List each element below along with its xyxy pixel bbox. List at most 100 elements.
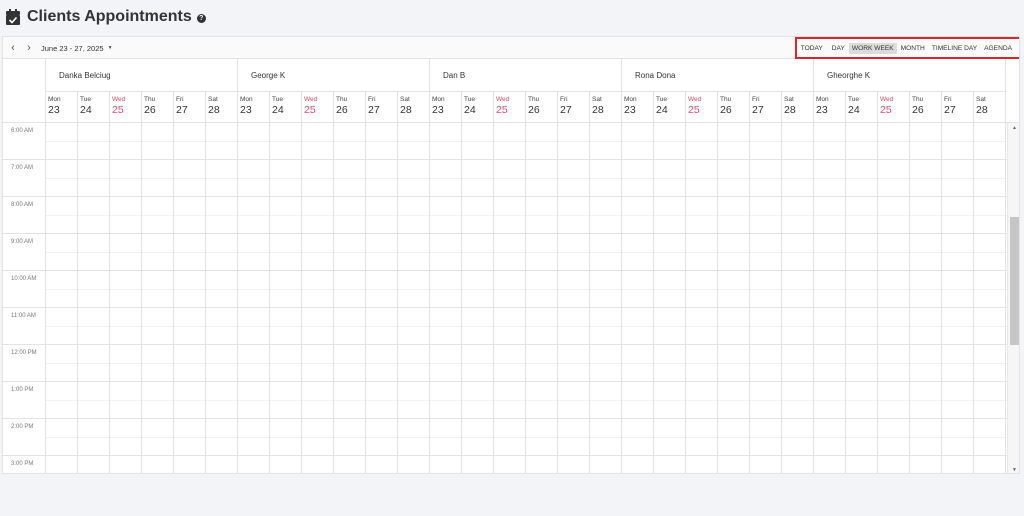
day-header[interactable]: Tue 24 [846, 92, 878, 123]
half-hour-line [46, 252, 1007, 253]
day-header[interactable]: Mon 23 [430, 92, 462, 123]
view-work-week-button[interactable]: WORK WEEK [848, 42, 897, 54]
time-label: 6:00 AM [11, 128, 34, 134]
day-header[interactable]: Tue 24 [78, 92, 110, 123]
day-number: 23 [240, 104, 252, 116]
day-column-line [653, 123, 654, 473]
day-column-line [429, 123, 430, 473]
day-column-line [717, 123, 718, 473]
day-name: Thu [720, 96, 732, 103]
view-agenda-button[interactable]: AGENDA [981, 43, 1015, 54]
day-number: 23 [624, 104, 636, 116]
day-name: Mon [48, 96, 61, 103]
view-day-button[interactable]: DAY [829, 43, 848, 54]
scrollbar-thumb[interactable] [1010, 217, 1019, 345]
day-header[interactable]: Thu 26 [910, 92, 942, 123]
scheduler-header: Danka Belciug Mon 23 Tue 24 Wed 25 Thu 26 Fri 27 Sa… [3, 59, 1019, 123]
day-header[interactable]: Fri 27 [174, 92, 206, 123]
day-header[interactable]: Mon 23 [814, 92, 846, 123]
day-header[interactable]: Fri 27 [942, 92, 974, 123]
day-column-line [973, 123, 974, 473]
day-column-line [333, 123, 334, 473]
page-title: Clients Appointments [27, 8, 192, 25]
day-header[interactable]: Wed 25 [494, 92, 526, 123]
day-number: 23 [432, 104, 444, 116]
day-header[interactable]: Thu 26 [334, 92, 366, 123]
day-header[interactable]: Fri 27 [750, 92, 782, 123]
day-name: Mon [624, 96, 637, 103]
day-header[interactable]: Wed 25 [302, 92, 334, 123]
day-name: Mon [816, 96, 829, 103]
day-name: Thu [144, 96, 156, 103]
day-column-line [621, 123, 622, 473]
chevron-left-icon[interactable]: ‹ [7, 41, 19, 55]
day-name: Tue [80, 96, 91, 103]
day-column-line [589, 123, 590, 473]
day-header[interactable]: Sat 28 [398, 92, 430, 123]
day-header[interactable]: Thu 26 [526, 92, 558, 123]
day-header[interactable]: Wed 25 [686, 92, 718, 123]
day-column-line [237, 123, 238, 473]
day-column-line [301, 123, 302, 473]
day-column-line [461, 123, 462, 473]
day-number: 25 [688, 104, 700, 116]
day-header[interactable]: Fri 27 [558, 92, 590, 123]
day-header[interactable]: Sat 28 [590, 92, 622, 123]
view-today-button[interactable]: TODAY [798, 43, 826, 54]
page-header: Clients Appointments ? [6, 6, 206, 28]
day-number: 28 [784, 104, 796, 116]
resource-header: Dan B [430, 59, 622, 92]
view-month-button[interactable]: MONTH [898, 43, 928, 54]
day-column-line [365, 123, 366, 473]
day-name: Mon [240, 96, 253, 103]
time-grid[interactable]: 6:00 AM 7:00 AM 8:00 AM 9:00 AM 10:00 AM 11:0… [3, 123, 1007, 473]
day-number: 23 [816, 104, 828, 116]
resource-header: Gheorghe K [814, 59, 1006, 92]
day-name: Tue [464, 96, 475, 103]
day-name: Sat [208, 96, 218, 103]
day-header[interactable]: Wed 25 [878, 92, 910, 123]
hour-line [3, 455, 1007, 456]
day-column-line [173, 123, 174, 473]
day-header[interactable]: Thu 26 [142, 92, 174, 123]
day-number: 26 [336, 104, 348, 116]
hour-line [3, 159, 1007, 160]
day-number: 24 [272, 104, 284, 116]
day-header[interactable]: Tue 24 [654, 92, 686, 123]
day-name: Mon [432, 96, 445, 103]
day-column-line [1005, 123, 1006, 473]
resource-header: Danka Belciug [46, 59, 238, 92]
day-number: 23 [48, 104, 60, 116]
day-header[interactable]: Mon 23 [622, 92, 654, 123]
half-hour-line [46, 437, 1007, 438]
day-header[interactable]: Tue 24 [462, 92, 494, 123]
day-column-line [877, 123, 878, 473]
triangle-down-icon[interactable]: ▼ [1008, 465, 1019, 473]
day-name: Wed [112, 96, 126, 103]
day-header[interactable]: Sat 28 [782, 92, 814, 123]
view-timeline-day-button[interactable]: TIMELINE DAY [929, 43, 980, 54]
day-header[interactable]: Mon 23 [46, 92, 78, 123]
day-header[interactable]: Tue 24 [270, 92, 302, 123]
day-column-line [525, 123, 526, 473]
day-header[interactable]: Sat 28 [974, 92, 1006, 123]
day-header[interactable]: Mon 23 [238, 92, 270, 123]
scheduler: ‹ › June 23 - 27, 2025 ▼ TODAY DAY WORK WE… [2, 36, 1020, 474]
day-number: 24 [80, 104, 92, 116]
day-header[interactable]: Thu 26 [718, 92, 750, 123]
day-number: 28 [208, 104, 220, 116]
chevron-right-icon[interactable]: › [23, 41, 35, 55]
day-header[interactable]: Fri 27 [366, 92, 398, 123]
day-header[interactable]: Wed 25 [110, 92, 142, 123]
question-circle-icon[interactable]: ? [196, 13, 206, 23]
date-range-picker[interactable]: June 23 - 27, 2025 ▼ [41, 41, 113, 55]
triangle-up-icon[interactable]: ▲ [1008, 123, 1019, 133]
day-number: 26 [912, 104, 924, 116]
vertical-scrollbar[interactable]: ▲ ▼ [1007, 123, 1019, 473]
day-number: 27 [752, 104, 764, 116]
day-column-line [749, 123, 750, 473]
day-name: Wed [688, 96, 702, 103]
day-number: 27 [368, 104, 380, 116]
day-header[interactable]: Sat 28 [206, 92, 238, 123]
day-name: Sat [784, 96, 794, 103]
